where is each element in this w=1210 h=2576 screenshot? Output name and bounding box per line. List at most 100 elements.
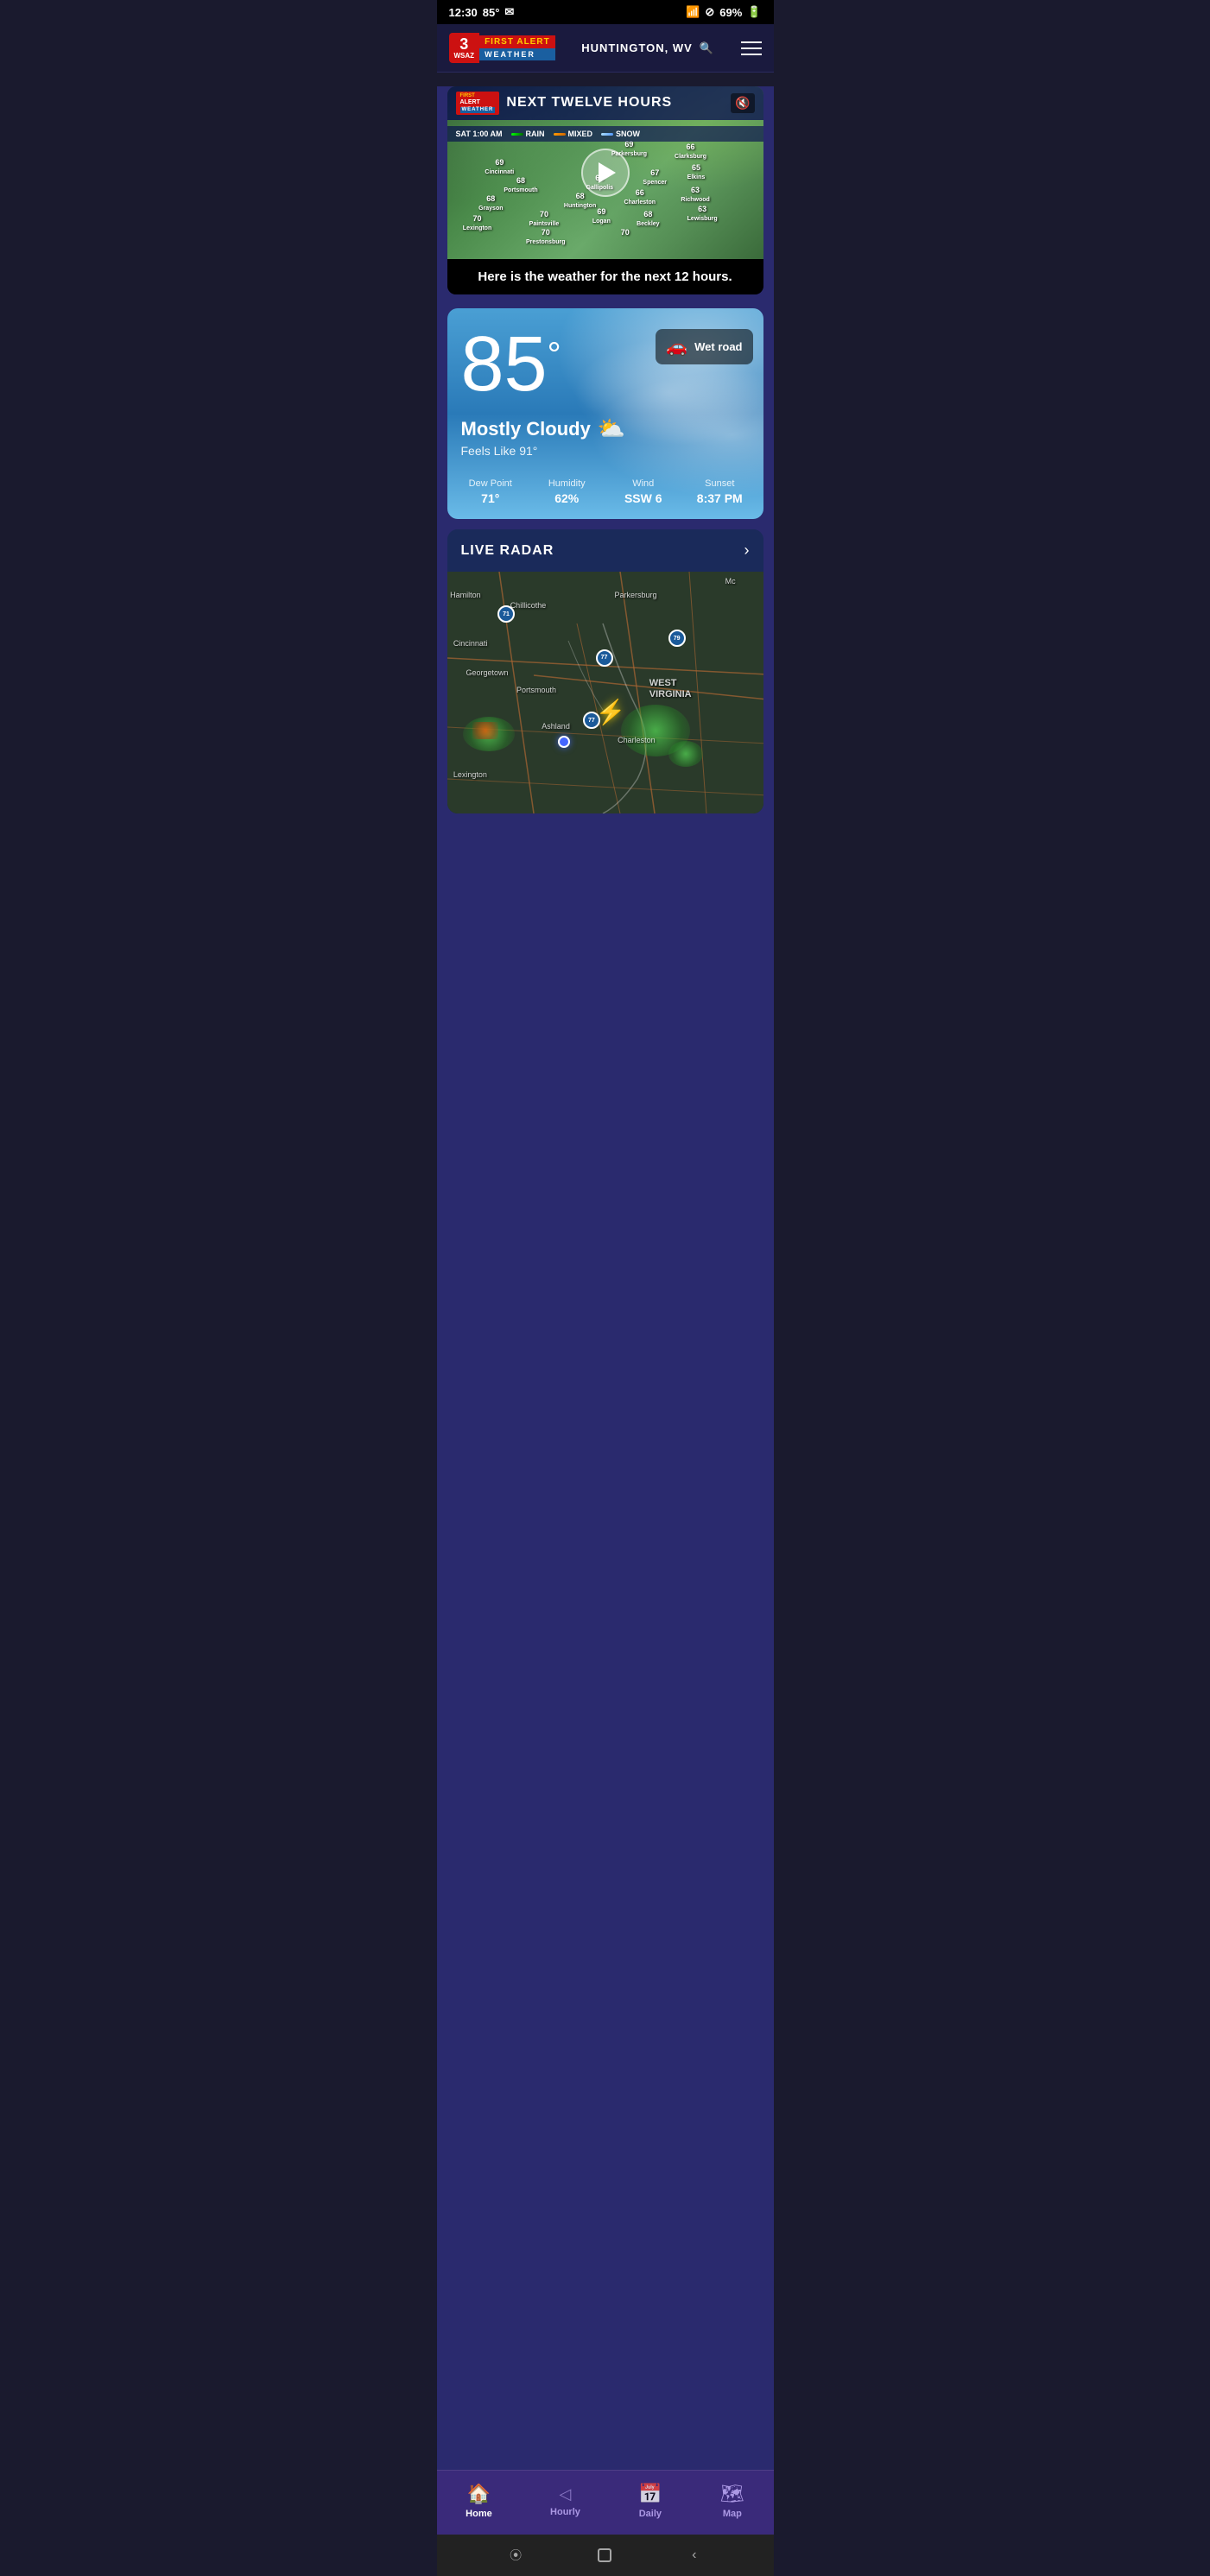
temperature-value: 85 (461, 326, 548, 403)
radar-ashland: Ashland (542, 722, 570, 731)
city-spencer: 67Spencer (643, 168, 667, 186)
video-header-bar: FIRST ALERT WEATHER NEXT TWELVE HOURS 🔇 (447, 86, 763, 120)
play-triangle-icon (599, 162, 616, 183)
logo-first-alert: FIRST ALERT (479, 35, 555, 48)
nav-daily[interactable]: 📅 Daily (624, 2479, 675, 2522)
logo: 3 WSAZ FIRST ALERT WEATHER (449, 33, 555, 63)
weather-main: 85 ° 🚗 Wet road (447, 308, 763, 412)
android-nav: ⦿ ‹ (437, 2535, 774, 2576)
stat-sunset: Sunset 8:37 PM (683, 478, 757, 505)
interstate-77-north: 77 (596, 649, 613, 667)
radar-hamilton: Hamilton (450, 591, 481, 599)
stat-wind: Wind SSW 6 (607, 478, 681, 505)
feels-like-value: 91° (519, 444, 537, 458)
bottom-nav: 🏠 Home ◁ Hourly 📅 Daily 🗺 Map (437, 2470, 774, 2535)
nav-hourly-label: Hourly (550, 2507, 580, 2517)
city-paintsville: 70Paintsville (529, 210, 560, 227)
search-icon[interactable]: 🔍 (700, 41, 714, 55)
top-nav: 3 WSAZ FIRST ALERT WEATHER HUNTINGTON, W… (437, 24, 774, 73)
rain-legend-dot (511, 133, 523, 136)
notification-icon: ✉ (504, 5, 514, 19)
interstate-79: 79 (668, 630, 686, 647)
wind-label: Wind (632, 478, 654, 489)
back-icon: ‹ (692, 2548, 696, 2563)
sat-time: SAT 1:00 AM (456, 130, 503, 138)
logo-weather: WEATHER (479, 48, 555, 60)
logo-box: 3 WSAZ (449, 33, 480, 63)
city-grayson: 68Grayson (478, 194, 503, 212)
feels-like-label: Feels Like (461, 444, 516, 458)
city-clarksburg: 66Clarksburg (675, 142, 706, 160)
video-thumbnail: 69Cincinnati 69Parkersburg 66Clarksburg … (447, 86, 763, 259)
mixed-legend-dot (554, 133, 566, 136)
city-lewisburg: 63Lewisburg (687, 205, 718, 222)
mixed-legend-label: MIXED (568, 130, 593, 138)
radar-west-virginia: WESTVIRGINIA (649, 678, 692, 700)
live-radar-section[interactable]: LIVE RADAR › (447, 529, 763, 813)
video-card[interactable]: 69Cincinnati 69Parkersburg 66Clarksburg … (447, 86, 763, 294)
status-left: 12:30 85° ✉ (449, 5, 515, 19)
city-logan: 69Logan (592, 207, 611, 225)
radar-lexington: Lexington (453, 770, 487, 779)
nav-map[interactable]: 🗺 Map (706, 2479, 758, 2522)
radar-roads-svg (447, 572, 763, 813)
city-cincinnati: 69Cincinnati (485, 158, 514, 175)
status-right: 📶 ⊘ 69% 🔋 (686, 5, 761, 19)
status-temp: 85° (483, 6, 500, 19)
weather-condition: Mostly Cloudy ⛅ (447, 412, 763, 444)
battery-percent: 69% (719, 6, 742, 19)
condition-text: Mostly Cloudy (461, 418, 591, 440)
snow-legend-dot (601, 133, 613, 136)
android-back-button[interactable]: ‹ (684, 2545, 705, 2566)
radar-cincinnati: Cincinnati (453, 639, 488, 648)
radar-mc: Mc (725, 577, 736, 585)
map-icon: 🗺 (720, 2483, 744, 2505)
logo-number: 3 (459, 36, 468, 52)
home-icon: 🏠 (467, 2483, 491, 2505)
android-home-button[interactable] (594, 2545, 615, 2566)
play-button[interactable] (581, 149, 630, 197)
radar-spot-3 (668, 741, 703, 767)
menu-button[interactable] (741, 41, 762, 55)
hourly-icon: ◁ (560, 2485, 572, 2503)
dnd-icon: ⊘ (705, 5, 714, 19)
radar-portsmouth: Portsmouth (516, 686, 556, 694)
feels-like: Feels Like 91° (447, 444, 763, 468)
nav-daily-label: Daily (639, 2509, 662, 2519)
wind-value: SSW 6 (624, 491, 662, 505)
status-bar: 12:30 85° ✉ 📶 ⊘ 69% 🔋 (437, 0, 774, 24)
time-bar: SAT 1:00 AM RAIN MIXED SNOW (447, 126, 763, 142)
stat-dew-point: Dew Point 71° (454, 478, 528, 505)
home-square-icon (598, 2548, 611, 2562)
location-dot (558, 736, 570, 748)
battery-icon: 🔋 (747, 5, 761, 19)
radar-georgetown: Georgetown (466, 668, 508, 677)
location-text: HUNTINGTON, WV (581, 41, 693, 54)
daily-icon: 📅 (638, 2483, 662, 2505)
snow-legend-label: SNOW (616, 130, 640, 138)
rain-legend-label: RAIN (526, 130, 545, 138)
recents-icon: ⦿ (510, 2547, 522, 2564)
degree-symbol: ° (548, 338, 561, 372)
radar-map[interactable]: Hamilton Chillicothe Parkersburg Cincinn… (447, 572, 763, 813)
nav-map-label: Map (723, 2509, 742, 2519)
android-recents-button[interactable]: ⦿ (505, 2545, 526, 2566)
city-extra: 70 (621, 228, 630, 237)
radar-hot-spot (472, 722, 498, 739)
radar-title: LIVE RADAR (461, 543, 554, 559)
dew-point-label: Dew Point (469, 478, 512, 489)
sunset-label: Sunset (705, 478, 734, 489)
location-search[interactable]: HUNTINGTON, WV 🔍 (581, 41, 714, 55)
volume-icon[interactable]: 🔇 (731, 93, 754, 113)
city-charleston: 66Charleston (624, 188, 656, 206)
nav-home-label: Home (466, 2509, 492, 2519)
radar-header[interactable]: LIVE RADAR › (447, 529, 763, 572)
nav-hourly[interactable]: ◁ Hourly (536, 2482, 594, 2521)
logo-wsaz: WSAZ (454, 52, 475, 60)
city-richwood: 63Richwood (681, 186, 709, 203)
humidity-label: Humidity (548, 478, 586, 489)
stat-humidity: Humidity 62% (530, 478, 604, 505)
nav-home[interactable]: 🏠 Home (452, 2479, 506, 2522)
city-elkins: 65Elkins (687, 163, 706, 180)
city-beckley: 68Beckley (637, 210, 659, 227)
